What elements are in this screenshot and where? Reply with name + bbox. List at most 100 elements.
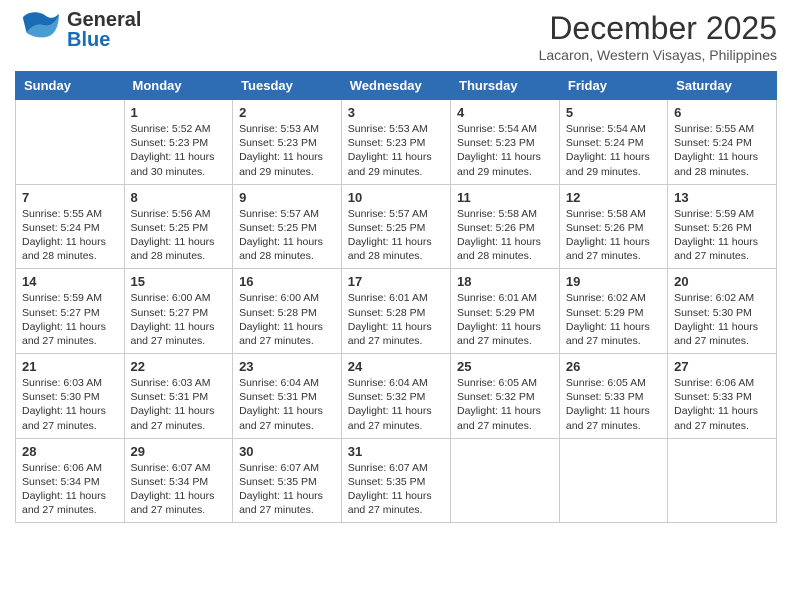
day-number: 28: [22, 444, 118, 459]
weekday-header-wednesday: Wednesday: [341, 72, 450, 100]
day-number: 11: [457, 190, 553, 205]
weekday-header-monday: Monday: [124, 72, 233, 100]
day-number: 20: [674, 274, 770, 289]
day-info: Sunrise: 5:53 AM Sunset: 5:23 PM Dayligh…: [348, 122, 444, 179]
day-info: Sunrise: 6:07 AM Sunset: 5:34 PM Dayligh…: [131, 461, 227, 518]
calendar-day-cell: 6 Sunrise: 5:55 AM Sunset: 5:24 PM Daylig…: [668, 100, 777, 185]
day-number: 16: [239, 274, 335, 289]
empty-day-cell: [668, 438, 777, 523]
day-number: 14: [22, 274, 118, 289]
day-number: 30: [239, 444, 335, 459]
day-number: 21: [22, 359, 118, 374]
day-info: Sunrise: 5:54 AM Sunset: 5:23 PM Dayligh…: [457, 122, 553, 179]
calendar-day-cell: 24Sunrise: 6:04 AM Sunset: 5:32 PM Dayli…: [341, 354, 450, 439]
calendar-day-cell: 10 Sunrise: 5:57 AM Sunset: 5:25 PM Dayli…: [341, 184, 450, 269]
calendar-day-cell: 7 Sunrise: 5:55 AM Sunset: 5:24 PM Daylig…: [16, 184, 125, 269]
calendar-week-row: 1 Sunrise: 5:52 AM Sunset: 5:23 PM Daylig…: [16, 100, 777, 185]
day-info: Sunrise: 6:02 AM Sunset: 5:30 PM Dayligh…: [674, 291, 770, 348]
day-info: Sunrise: 6:03 AM Sunset: 5:30 PM Dayligh…: [22, 376, 118, 433]
day-info: Sunrise: 5:58 AM Sunset: 5:26 PM Dayligh…: [457, 207, 553, 264]
day-info: Sunrise: 6:02 AM Sunset: 5:29 PM Dayligh…: [566, 291, 661, 348]
calendar-week-row: 28 Sunrise: 6:06 AM Sunset: 5:34 PM Dayli…: [16, 438, 777, 523]
calendar-week-row: 21 Sunrise: 6:03 AM Sunset: 5:30 PM Dayli…: [16, 354, 777, 439]
day-info: Sunrise: 6:01 AM Sunset: 5:29 PM Dayligh…: [457, 291, 553, 348]
day-number: 7: [22, 190, 118, 205]
day-number: 18: [457, 274, 553, 289]
day-info: Sunrise: 5:55 AM Sunset: 5:24 PM Dayligh…: [674, 122, 770, 179]
day-info: Sunrise: 6:05 AM Sunset: 5:32 PM Dayligh…: [457, 376, 553, 433]
day-number: 1: [131, 105, 227, 120]
day-info: Sunrise: 6:05 AM Sunset: 5:33 PM Dayligh…: [566, 376, 661, 433]
calendar-day-cell: 29 Sunrise: 6:07 AM Sunset: 5:34 PM Dayli…: [124, 438, 233, 523]
calendar-table: SundayMondayTuesdayWednesdayThursdayFrid…: [15, 71, 777, 523]
day-number: 22: [131, 359, 227, 374]
day-info: Sunrise: 6:04 AM Sunset: 5:31 PM Dayligh…: [239, 376, 335, 433]
day-info: Sunrise: 6:00 AM Sunset: 5:28 PM Dayligh…: [239, 291, 335, 348]
day-info: Sunrise: 6:06 AM Sunset: 5:34 PM Dayligh…: [22, 461, 118, 518]
calendar-day-cell: 1 Sunrise: 5:52 AM Sunset: 5:23 PM Daylig…: [124, 100, 233, 185]
day-info: Sunrise: 5:59 AM Sunset: 5:26 PM Dayligh…: [674, 207, 770, 264]
calendar-day-cell: 5 Sunrise: 5:54 AM Sunset: 5:24 PM Daylig…: [559, 100, 667, 185]
empty-day-cell: [16, 100, 125, 185]
calendar-day-cell: 9Sunrise: 5:57 AM Sunset: 5:25 PM Daylig…: [233, 184, 342, 269]
calendar-day-cell: 3 Sunrise: 5:53 AM Sunset: 5:23 PM Daylig…: [341, 100, 450, 185]
day-number: 29: [131, 444, 227, 459]
day-number: 6: [674, 105, 770, 120]
day-number: 26: [566, 359, 661, 374]
day-info: Sunrise: 5:53 AM Sunset: 5:23 PM Dayligh…: [239, 122, 335, 179]
day-number: 3: [348, 105, 444, 120]
day-number: 17: [348, 274, 444, 289]
day-number: 15: [131, 274, 227, 289]
calendar-day-cell: 8 Sunrise: 5:56 AM Sunset: 5:25 PM Daylig…: [124, 184, 233, 269]
calendar-day-cell: 23Sunrise: 6:04 AM Sunset: 5:31 PM Dayli…: [233, 354, 342, 439]
day-number: 24: [348, 359, 444, 374]
empty-day-cell: [451, 438, 560, 523]
day-number: 9: [239, 190, 335, 205]
weekday-header-sunday: Sunday: [16, 72, 125, 100]
calendar-day-cell: 14 Sunrise: 5:59 AM Sunset: 5:27 PM Dayli…: [16, 269, 125, 354]
day-info: Sunrise: 5:57 AM Sunset: 5:25 PM Dayligh…: [348, 207, 444, 264]
day-number: 12: [566, 190, 661, 205]
calendar-week-row: 7 Sunrise: 5:55 AM Sunset: 5:24 PM Daylig…: [16, 184, 777, 269]
calendar-day-cell: 20 Sunrise: 6:02 AM Sunset: 5:30 PM Dayli…: [668, 269, 777, 354]
day-number: 2: [239, 105, 335, 120]
weekday-header-saturday: Saturday: [668, 72, 777, 100]
calendar-day-cell: 30 Sunrise: 6:07 AM Sunset: 5:35 PM Dayli…: [233, 438, 342, 523]
calendar-day-cell: 17 Sunrise: 6:01 AM Sunset: 5:28 PM Dayli…: [341, 269, 450, 354]
day-info: Sunrise: 6:01 AM Sunset: 5:28 PM Dayligh…: [348, 291, 444, 348]
month-title: December 2025: [539, 10, 777, 47]
day-number: 27: [674, 359, 770, 374]
calendar-day-cell: 11 Sunrise: 5:58 AM Sunset: 5:26 PM Dayli…: [451, 184, 560, 269]
day-number: 10: [348, 190, 444, 205]
title-area: December 2025 Lacaron, Western Visayas, …: [539, 10, 777, 63]
calendar-day-cell: 16 Sunrise: 6:00 AM Sunset: 5:28 PM Dayli…: [233, 269, 342, 354]
day-number: 31: [348, 444, 444, 459]
calendar-day-cell: 2 Sunrise: 5:53 AM Sunset: 5:23 PM Daylig…: [233, 100, 342, 185]
day-number: 8: [131, 190, 227, 205]
day-number: 19: [566, 274, 661, 289]
calendar-day-cell: 4Sunrise: 5:54 AM Sunset: 5:23 PM Daylig…: [451, 100, 560, 185]
page-header: General Blue December 2025 Lacaron, West…: [15, 10, 777, 63]
day-info: Sunrise: 5:55 AM Sunset: 5:24 PM Dayligh…: [22, 207, 118, 264]
day-info: Sunrise: 5:54 AM Sunset: 5:24 PM Dayligh…: [566, 122, 661, 179]
day-info: Sunrise: 6:07 AM Sunset: 5:35 PM Dayligh…: [239, 461, 335, 518]
day-info: Sunrise: 5:52 AM Sunset: 5:23 PM Dayligh…: [131, 122, 227, 179]
day-info: Sunrise: 5:56 AM Sunset: 5:25 PM Dayligh…: [131, 207, 227, 264]
weekday-header-friday: Friday: [559, 72, 667, 100]
weekday-header-thursday: Thursday: [451, 72, 560, 100]
day-info: Sunrise: 6:00 AM Sunset: 5:27 PM Dayligh…: [131, 291, 227, 348]
day-info: Sunrise: 5:59 AM Sunset: 5:27 PM Dayligh…: [22, 291, 118, 348]
day-info: Sunrise: 6:07 AM Sunset: 5:35 PM Dayligh…: [348, 461, 444, 518]
day-number: 25: [457, 359, 553, 374]
calendar-day-cell: 28 Sunrise: 6:06 AM Sunset: 5:34 PM Dayli…: [16, 438, 125, 523]
calendar-day-cell: 21 Sunrise: 6:03 AM Sunset: 5:30 PM Dayli…: [16, 354, 125, 439]
day-info: Sunrise: 5:58 AM Sunset: 5:26 PM Dayligh…: [566, 207, 661, 264]
calendar-day-cell: 18 Sunrise: 6:01 AM Sunset: 5:29 PM Dayli…: [451, 269, 560, 354]
day-number: 5: [566, 105, 661, 120]
calendar-day-cell: 31 Sunrise: 6:07 AM Sunset: 5:35 PM Dayli…: [341, 438, 450, 523]
calendar-day-cell: 15 Sunrise: 6:00 AM Sunset: 5:27 PM Dayli…: [124, 269, 233, 354]
calendar-day-cell: 25 Sunrise: 6:05 AM Sunset: 5:32 PM Dayli…: [451, 354, 560, 439]
weekday-header-row: SundayMondayTuesdayWednesdayThursdayFrid…: [16, 72, 777, 100]
calendar-week-row: 14 Sunrise: 5:59 AM Sunset: 5:27 PM Dayli…: [16, 269, 777, 354]
location-title: Lacaron, Western Visayas, Philippines: [539, 47, 777, 63]
